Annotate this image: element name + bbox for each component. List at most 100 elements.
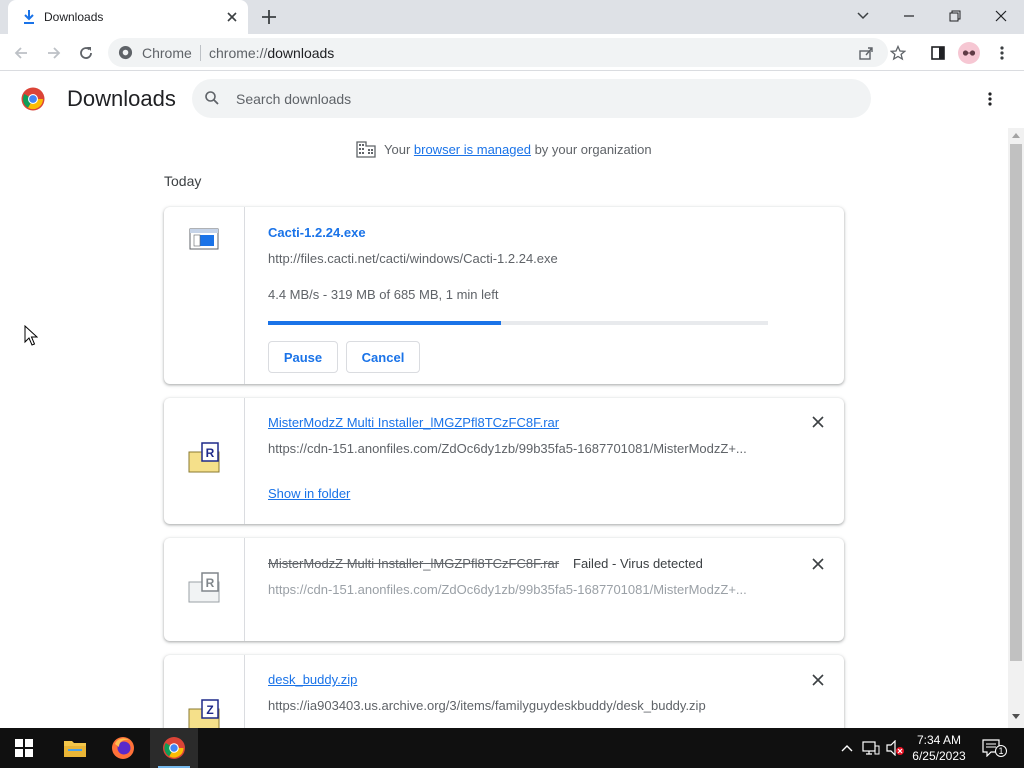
restore-icon [949, 10, 961, 22]
back-button[interactable] [10, 42, 32, 64]
download-filename[interactable]: MisterModzZ Multi Installer_lMGZPfl8TCzF… [268, 415, 559, 430]
download-item: R MisterModzZ Multi Installer_lMGZPfl8TC… [164, 398, 844, 524]
windows-logo-icon [15, 739, 33, 757]
taskbar-clock[interactable]: 7:34 AM 6/25/2023 [906, 732, 972, 764]
share-button[interactable] [855, 42, 877, 64]
start-button[interactable] [0, 728, 48, 768]
download-filename: MisterModzZ Multi Installer_lMGZPfl8TCzF… [268, 556, 560, 571]
more-vert-icon [988, 92, 992, 106]
scrollbar-thumb[interactable] [1010, 144, 1022, 661]
pause-button[interactable]: Pause [268, 341, 338, 373]
share-icon [859, 47, 873, 60]
download-source-url[interactable]: http://files.cacti.net/cacti/windows/Cac… [268, 251, 768, 266]
star-icon [890, 45, 906, 61]
taskbar-chrome[interactable] [150, 728, 198, 768]
search-bar[interactable] [192, 79, 871, 118]
remove-download-button[interactable] [808, 670, 828, 690]
remove-download-button[interactable] [808, 412, 828, 432]
bookmark-button[interactable] [887, 42, 909, 64]
download-source-url: https://cdn-151.anonfiles.com/ZdOc6dy1zb… [268, 582, 747, 597]
minimize-icon [904, 15, 914, 17]
restore-button[interactable] [932, 0, 978, 32]
svg-text:R: R [206, 576, 215, 590]
clock-date: 6/25/2023 [912, 749, 966, 763]
rar-file-icon-disabled: R [188, 572, 220, 603]
back-arrow-icon [14, 47, 27, 59]
exe-file-icon [189, 228, 219, 250]
close-window-button[interactable] [978, 0, 1024, 32]
download-item: R MisterModzZ Multi Installer_lMGZPfl8TC… [164, 538, 844, 641]
chrome-logo-icon [21, 87, 45, 111]
scroll-up-arrow-icon[interactable] [1012, 132, 1020, 138]
download-status: Failed - Virus detected [573, 556, 703, 571]
item-divider [244, 398, 245, 524]
folder-icon [64, 741, 86, 757]
rar-file-icon: R [188, 442, 220, 473]
tab-downloads[interactable]: Downloads [8, 0, 248, 34]
clock-time: 7:34 AM [916, 733, 962, 747]
side-panel-icon [931, 46, 945, 60]
download-source-url[interactable]: https://cdn-151.anonfiles.com/ZdOc6dy1zb… [268, 441, 758, 456]
download-filename[interactable]: desk_buddy.zip [268, 672, 357, 687]
item-divider [244, 538, 245, 641]
profile-button[interactable] [958, 42, 980, 64]
download-item: Cacti-1.2.24.exe http://files.cacti.net/… [164, 207, 844, 384]
avatar [958, 42, 980, 64]
cancel-button[interactable]: Cancel [346, 341, 420, 373]
reload-icon [80, 47, 92, 59]
download-icon [24, 10, 34, 24]
close-icon [995, 10, 1007, 22]
zip-file-icon: Z [188, 699, 220, 730]
minimize-button[interactable] [886, 0, 932, 32]
chevron-down-icon [857, 12, 869, 20]
item-divider [244, 207, 245, 384]
side-panel-button[interactable] [927, 42, 949, 64]
page-scrollbar[interactable] [1008, 128, 1024, 728]
forward-button[interactable] [43, 42, 65, 64]
show-in-folder-link[interactable]: Show in folder [268, 486, 350, 501]
taskbar-firefox[interactable] [99, 728, 147, 768]
network-tray-button[interactable] [861, 738, 881, 758]
taskbar-file-explorer[interactable] [51, 728, 99, 768]
search-input[interactable] [236, 89, 836, 109]
close-tab-icon[interactable] [224, 9, 240, 25]
svg-text:Z: Z [206, 703, 213, 717]
download-filename[interactable]: Cacti-1.2.24.exe [268, 225, 366, 240]
tab-title: Downloads [44, 10, 104, 24]
browser-managed-link[interactable]: browser is managed [414, 142, 531, 157]
speaker-muted-icon [886, 740, 904, 756]
toolbar: Chrome chrome://downloads [0, 34, 1024, 71]
notification-center-button[interactable]: 1 [982, 738, 1007, 758]
show-hidden-icons-button[interactable] [837, 738, 857, 758]
mouse-cursor-icon [24, 325, 38, 346]
remove-download-button[interactable] [808, 554, 828, 574]
page-title: Downloads [67, 86, 176, 111]
new-tab-icon[interactable] [260, 8, 278, 26]
download-source-url[interactable]: https://ia903403.us.archive.org/3/items/… [268, 698, 768, 713]
tab-strip: Downloads [0, 0, 1024, 34]
notification-count-badge: 1 [995, 745, 1007, 757]
progress-bar-fill [268, 321, 501, 325]
chevron-up-icon [841, 745, 853, 752]
address-bar[interactable]: Chrome chrome://downloads [108, 38, 888, 67]
reload-button[interactable] [75, 42, 97, 64]
scroll-down-arrow-icon[interactable] [1012, 714, 1020, 720]
chrome-icon [163, 737, 185, 759]
date-section-header: Today [164, 173, 202, 189]
forward-arrow-icon [48, 47, 61, 59]
more-vert-icon [1000, 46, 1004, 60]
managed-notice: Your browser is managed by your organiza… [356, 140, 652, 158]
tab-search-button[interactable] [840, 0, 886, 32]
volume-tray-button[interactable] [885, 738, 905, 758]
managed-text-after: by your organization [530, 141, 652, 157]
chrome-menu-button[interactable] [991, 42, 1013, 64]
url-scheme: chrome:// [209, 45, 268, 61]
search-icon [205, 91, 219, 105]
downloads-menu-button[interactable] [980, 88, 1000, 110]
close-icon [812, 416, 824, 428]
network-icon [862, 741, 880, 755]
omnibox-separator [200, 45, 201, 61]
url-text: chrome://downloads [209, 45, 334, 61]
svg-text:R: R [206, 446, 215, 460]
download-progress-bar [268, 321, 768, 325]
